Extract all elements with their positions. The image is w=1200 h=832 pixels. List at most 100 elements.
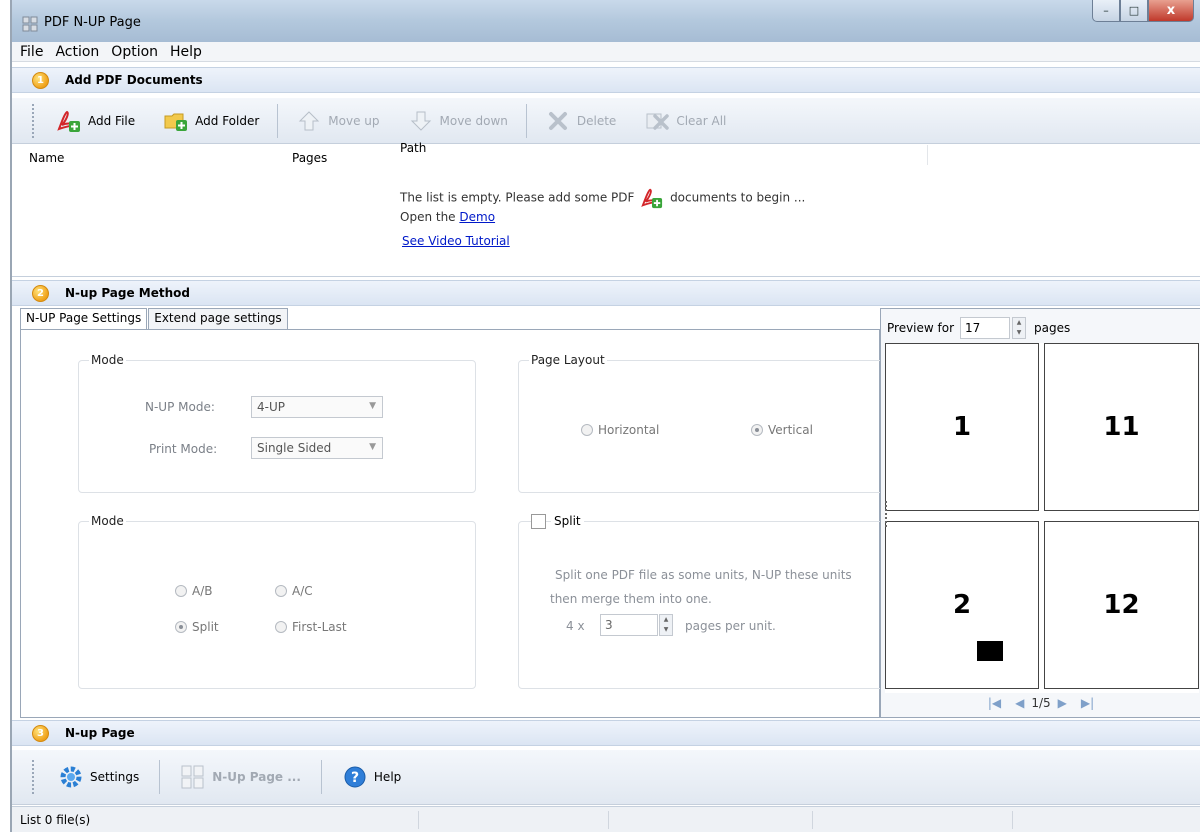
status-bar: List 0 file(s) (12, 806, 1200, 832)
toolbar-grip[interactable] (32, 103, 36, 138)
app-window: PDF N-UP Page – □ x File Action Option H… (10, 0, 1200, 832)
menu-file[interactable]: File (20, 44, 43, 60)
last-page-icon[interactable]: ▶| (1081, 696, 1094, 710)
preview-count-value: 17 (965, 321, 981, 335)
status-divider (812, 811, 813, 829)
add-pdf-icon (56, 109, 82, 133)
video-line: See Video Tutorial (402, 234, 510, 248)
toolbar-separator (320, 760, 322, 794)
split-checkbox[interactable] (531, 514, 546, 529)
section-title: Add PDF Documents (65, 73, 203, 87)
video-tutorial-link[interactable]: See Video Tutorial (402, 234, 510, 248)
status-divider (608, 811, 609, 829)
toolbar-separator (277, 103, 279, 138)
move-down-button[interactable]: Move down (394, 98, 522, 143)
toolbar-separator (159, 760, 161, 794)
first-last-radio[interactable]: First-Last (275, 620, 347, 634)
menu-action[interactable]: Action (55, 44, 99, 60)
delete-x-icon (545, 109, 571, 133)
settings-button[interactable]: Settings (42, 750, 155, 804)
file-list-header: Name Pages Path (12, 141, 1200, 165)
page-indicator: 1/5 (1031, 696, 1051, 710)
previous-page-icon[interactable]: ◀ (1015, 696, 1024, 710)
toolbar-grip[interactable] (32, 760, 36, 794)
window-title: PDF N-UP Page (44, 15, 141, 30)
help-button[interactable]: ? Help (326, 750, 417, 804)
split-radio[interactable]: Split (175, 620, 219, 634)
next-page-icon[interactable]: ▶ (1058, 696, 1067, 710)
file-list[interactable]: Name Pages Path The list is empty. Pleas… (12, 141, 1200, 277)
move-up-button[interactable]: Move up (282, 98, 393, 143)
column-name[interactable]: Name (29, 151, 64, 165)
clear-all-icon (644, 109, 670, 133)
tab-nup-page-settings[interactable]: N-UP Page Settings (20, 308, 148, 330)
preview-pager: |◀ ◀ 1/5 ▶ ▶| (881, 696, 1200, 710)
units-per-split-input[interactable]: 3 (600, 614, 658, 636)
vertical-radio[interactable]: Vertical (751, 423, 813, 437)
radio-dot (275, 621, 287, 633)
vertical-label: Vertical (768, 423, 813, 437)
radio-dot (751, 424, 763, 436)
minimize-button[interactable]: – (1092, 0, 1120, 22)
preview-page-cell: 2 (885, 521, 1039, 689)
status-text: List 0 file(s) (20, 812, 91, 827)
ab-radio[interactable]: A/B (175, 584, 212, 598)
tab-extend-page-settings[interactable]: Extend page settings (148, 308, 288, 329)
group-label: Mode (89, 353, 126, 367)
arrow-up-icon (296, 109, 322, 133)
ac-radio[interactable]: A/C (275, 584, 313, 598)
step-3-badge: 3 (32, 724, 49, 742)
action-toolbar: Settings N-Up Page ... ? Help (12, 750, 1200, 805)
status-divider (418, 811, 419, 829)
menu-bar: File Action Option Help (12, 42, 1200, 62)
ab-label: A/B (192, 584, 213, 598)
arrow-down-icon (408, 109, 434, 133)
units-value: 3 (605, 618, 613, 632)
radio-dot (275, 585, 287, 597)
first-page-icon[interactable]: |◀ (988, 696, 1001, 710)
mode-group: Mode N-UP Mode: 4-UP ▼ Print Mode: Singl… (78, 353, 476, 493)
preview-panel: Preview for 17 ▲ ▼ pages 1 11 2 12 |◀ ◀ 1… (880, 308, 1200, 718)
preview-header: Preview for 17 ▲ ▼ pages (887, 317, 1070, 339)
splitter-grip[interactable] (885, 501, 889, 527)
help-label: Help (373, 770, 402, 784)
add-file-label: Add File (88, 113, 136, 128)
spin-up-icon[interactable]: ▲ (660, 615, 672, 625)
preview-count-spinner[interactable]: ▲ ▼ (1012, 317, 1027, 339)
radio-dot (581, 424, 593, 436)
toolbar-separator (525, 103, 527, 138)
settings-label: Settings (90, 770, 140, 784)
group-label: Page Layout (529, 353, 607, 367)
demo-line: Open the Demo (400, 210, 495, 224)
units-spinner[interactable]: ▲ ▼ (659, 614, 673, 636)
demo-link[interactable]: Demo (459, 210, 495, 224)
section-title: N-up Page Method (65, 286, 191, 300)
nup-mode-select[interactable]: 4-UP ▼ (251, 396, 383, 418)
first-last-label: First-Last (292, 620, 347, 634)
gear-icon (58, 765, 84, 789)
units-suffix: pages per unit. (685, 619, 776, 633)
maximize-button[interactable]: □ (1120, 0, 1148, 22)
open-the-text: Open the (400, 210, 456, 224)
preview-page-cell: 1 (885, 343, 1039, 511)
nup-page-button[interactable]: N-Up Page ... (164, 750, 317, 804)
spin-down-icon[interactable]: ▼ (660, 625, 672, 635)
column-path[interactable]: Path (400, 141, 426, 155)
empty-text-before: The list is empty. Please add some PDF (400, 190, 635, 205)
column-pages[interactable]: Pages (292, 151, 327, 165)
split-group: Split Split one PDF file as some units, … (518, 514, 886, 689)
ac-label: A/C (292, 584, 313, 598)
clear-all-button[interactable]: Clear All (630, 98, 740, 143)
add-file-button[interactable]: Add File (42, 98, 149, 143)
group-label: Mode (89, 514, 126, 528)
close-button[interactable]: x (1148, 0, 1194, 22)
menu-help[interactable]: Help (170, 44, 202, 60)
horizontal-radio[interactable]: Horizontal (581, 423, 659, 437)
document-toolbar: Add File Add Folder Move up Move down De… (12, 98, 1200, 144)
clear-all-label: Clear All (676, 113, 727, 128)
menu-option[interactable]: Option (111, 44, 158, 60)
preview-count-input[interactable]: 17 (960, 317, 1011, 339)
add-folder-button[interactable]: Add Folder (149, 98, 273, 143)
delete-button[interactable]: Delete (531, 98, 630, 143)
print-mode-select[interactable]: Single Sided ▼ (251, 437, 383, 459)
